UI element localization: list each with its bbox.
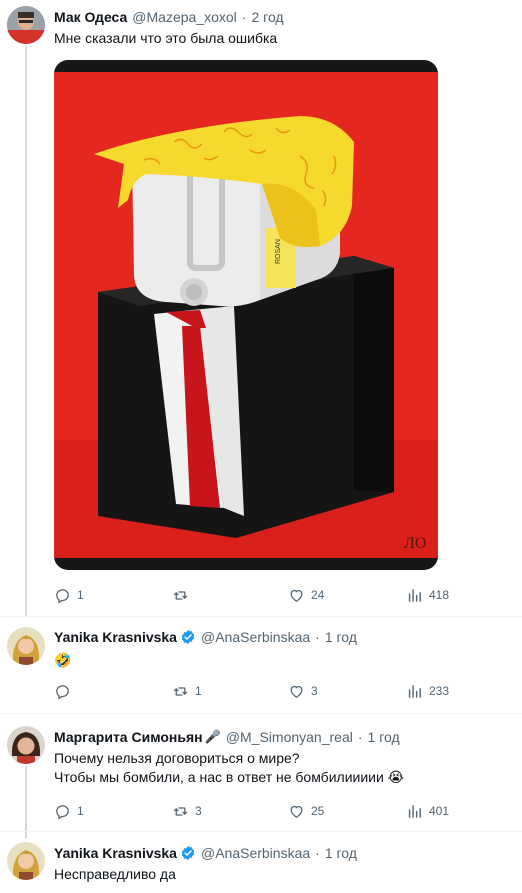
separator-dot: ·	[241, 9, 247, 25]
views-icon	[408, 804, 421, 818]
avatar-photo	[7, 627, 45, 665]
tweet-text: Мне сказали что это была ошибка	[54, 30, 278, 46]
tweet[interactable]: Маргарита Симоньян 🎤 @M_Simonyan_real · …	[0, 714, 522, 831]
view-count: 418	[429, 588, 450, 602]
retweet-button[interactable]: 1	[172, 681, 202, 701]
user-handle[interactable]: @AnaSerbinskaa	[201, 629, 310, 645]
user-handle[interactable]: @M_Simonyan_real	[226, 729, 353, 745]
separator-dot: ·	[315, 845, 320, 861]
like-button[interactable]: 25	[288, 801, 324, 821]
like-count: 3	[311, 684, 318, 698]
like-button[interactable]: 24	[288, 585, 324, 605]
avatar[interactable]	[7, 842, 45, 880]
separator-dot: ·	[315, 629, 320, 645]
display-name[interactable]: Yanika Krasnivska	[54, 845, 177, 861]
display-name[interactable]: Мак Одеса	[54, 9, 127, 25]
action-bar: 1 3 233	[54, 681, 454, 701]
like-icon	[290, 805, 303, 818]
like-button[interactable]: 3	[288, 681, 318, 701]
view-count: 233	[429, 684, 450, 698]
tweet-header: Маргарита Симоньян 🎤 @M_Simonyan_real · …	[54, 727, 400, 747]
like-count: 24	[311, 588, 325, 602]
tweet-header: Yanika Krasnivska @AnaSerbinskaa · 1 год	[54, 843, 357, 863]
artist-signature: ЛО	[404, 535, 426, 552]
tweet[interactable]: Yanika Krasnivska @AnaSerbinskaa · 1 год…	[0, 617, 522, 713]
like-icon	[290, 589, 303, 602]
views-button[interactable]: 401	[406, 801, 449, 821]
reply-button[interactable]: 1	[54, 801, 84, 821]
tweet-image[interactable]: ROSAN ЛО	[54, 60, 438, 570]
tweet-text: Несправедливо да	[54, 866, 176, 882]
tweet[interactable]: Мак Одеса @Mazepa_xoxol · 2 год Мне сказ…	[0, 0, 522, 616]
verified-badge-icon	[181, 846, 195, 860]
avatar[interactable]	[7, 726, 45, 764]
tweet-text-line-1: Почему нельзя договориться о мире?	[54, 750, 300, 766]
tweet-text-line-2: Чтобы мы бомбили, а нас в ответ не бомби…	[54, 769, 405, 785]
timestamp[interactable]: 2 год	[251, 9, 283, 25]
reply-button[interactable]: 1	[54, 585, 84, 605]
display-name[interactable]: Yanika Krasnivska	[54, 629, 177, 645]
timestamp[interactable]: 1 год	[368, 729, 400, 745]
reply-icon	[56, 684, 69, 699]
timestamp[interactable]: 1 год	[325, 629, 357, 645]
tweet-text: 🤣	[54, 652, 72, 668]
retweet-count: 1	[195, 684, 202, 698]
user-handle[interactable]: @Mazepa_xoxol	[132, 9, 237, 25]
views-button[interactable]: 418	[406, 585, 449, 605]
retweet-count: 3	[195, 804, 202, 818]
avatar-photo	[7, 726, 45, 764]
reply-icon	[56, 588, 69, 603]
retweet-icon	[173, 806, 188, 816]
tweet-header: Yanika Krasnivska @AnaSerbinskaa · 1 год	[54, 627, 357, 647]
display-name[interactable]: Маргарита Симоньян	[54, 729, 203, 745]
retweet-icon	[173, 686, 188, 696]
views-icon	[408, 588, 421, 602]
reply-button[interactable]	[54, 681, 77, 701]
timestamp[interactable]: 1 год	[325, 845, 357, 861]
avatar[interactable]	[7, 627, 45, 665]
view-count: 401	[429, 804, 450, 818]
like-icon	[290, 685, 303, 698]
verified-badge-icon	[181, 630, 195, 644]
action-bar: 1 24 418	[54, 585, 454, 605]
reply-count: 1	[77, 588, 84, 602]
retweet-icon	[173, 590, 188, 600]
canister-label-text: ROSAN	[275, 239, 282, 264]
avatar[interactable]	[7, 6, 45, 44]
views-icon	[408, 684, 421, 698]
user-handle[interactable]: @AnaSerbinskaa	[201, 845, 310, 861]
reply-icon	[56, 804, 69, 819]
action-bar: 1 3 25 401	[54, 801, 454, 821]
separator-dot: ·	[357, 729, 363, 745]
like-count: 25	[311, 804, 325, 818]
avatar-photo	[7, 6, 45, 44]
avatar-photo	[7, 842, 45, 880]
views-button[interactable]: 233	[406, 681, 449, 701]
tweet[interactable]: Yanika Krasnivska @AnaSerbinskaa · 1 год…	[0, 832, 522, 893]
trump-canister-sculpture-photo: ROSAN ЛО	[54, 72, 438, 558]
reply-count: 1	[77, 804, 84, 818]
microphone-emoji-icon: 🎤	[204, 729, 221, 744]
retweet-button[interactable]: 3	[172, 801, 202, 821]
retweet-button[interactable]	[172, 585, 195, 605]
tweet-header: Мак Одеса @Mazepa_xoxol · 2 год	[54, 7, 284, 27]
